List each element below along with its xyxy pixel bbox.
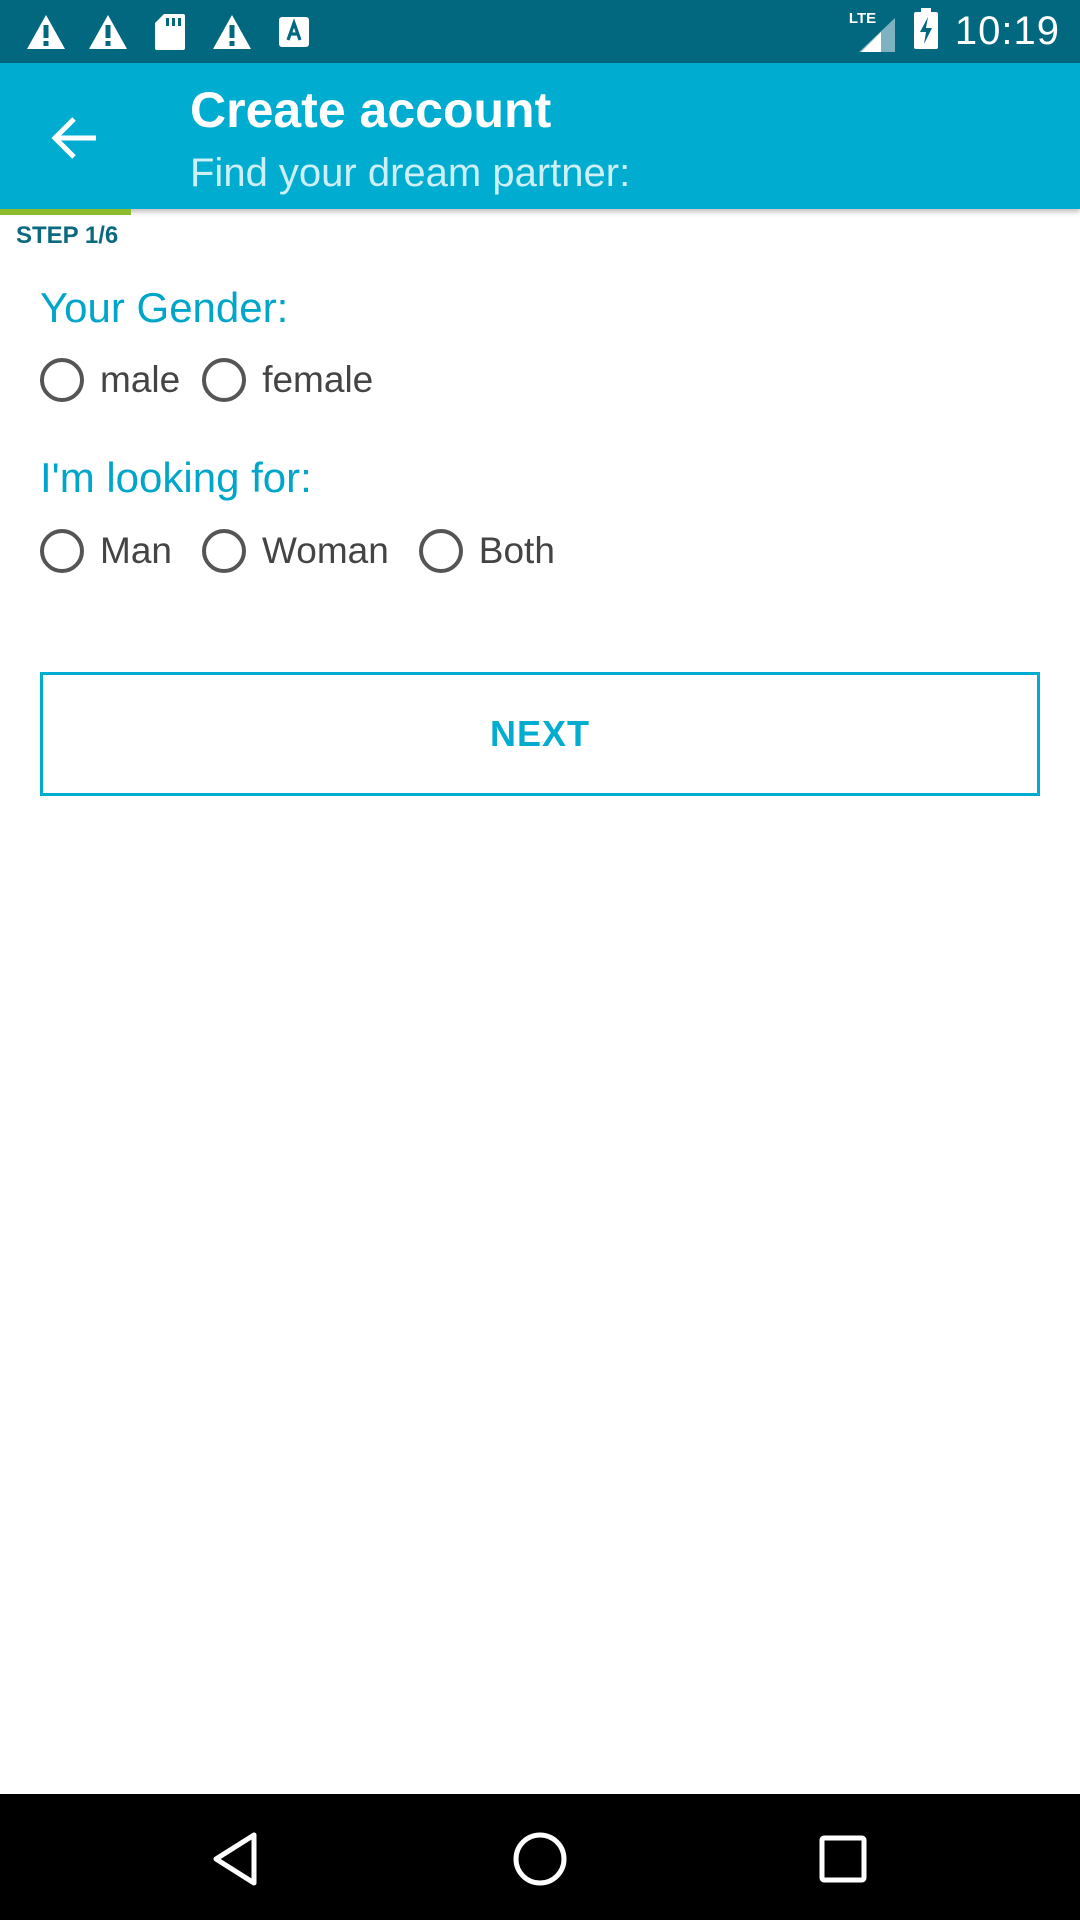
battery-charging-icon [913,8,939,55]
gender-option-male[interactable]: male [40,358,180,402]
looking-for-radio-group: Man Woman Both [40,521,577,581]
page-subtitle: Find your dream partner: [190,151,631,195]
radio-label: Man [100,530,172,571]
next-button[interactable]: NEXT [40,672,1040,796]
radio-label: Both [478,530,555,571]
navigation-bar [0,1794,1080,1920]
system-status: LTE 10:19 [847,0,1060,63]
home-circle-icon [513,1832,567,1886]
looking-for-option-man[interactable]: Man [40,529,172,573]
nav-home-button[interactable] [505,1824,575,1894]
looking-for-heading: I'm looking for: [40,454,312,501]
nav-recents-button[interactable] [808,1824,878,1894]
app-bar: Create account Find your dream partner: [0,63,1080,209]
back-button[interactable] [40,108,108,168]
warning-icon [210,10,254,54]
radio-button[interactable] [40,529,84,573]
warning-icon [86,10,130,54]
clock: 10:19 [954,9,1060,53]
arrow-back-icon [51,117,96,159]
radio-label: Woman [261,530,389,571]
back-triangle-icon [213,1832,257,1886]
looking-for-option-both[interactable]: Both [418,529,555,573]
recents-square-icon [819,1835,867,1883]
radio-label: female [262,359,374,400]
nav-back-button[interactable] [200,1824,270,1894]
gender-heading: Your Gender: [40,284,289,331]
next-button-label: NEXT [489,713,590,754]
sd-card-icon [148,10,192,54]
notification-icons [24,10,316,54]
status-bar: LTE 10:19 [0,0,1080,63]
radio-button[interactable] [40,358,84,402]
font-download-icon [272,10,316,54]
lte-signal-icon: LTE [847,10,897,54]
gender-radio-group: male female [40,350,395,410]
radio-button[interactable] [201,529,246,573]
looking-for-option-woman[interactable]: Woman [201,529,389,573]
radio-label: male [100,359,181,400]
gender-option-female[interactable]: female [202,358,373,402]
warning-icon [24,10,68,54]
radio-button[interactable] [418,529,463,573]
radio-button[interactable] [202,358,247,402]
step-label: STEP 1/6 [16,222,119,249]
step-progress-bar [0,209,131,215]
page-title: Create account [190,82,552,138]
